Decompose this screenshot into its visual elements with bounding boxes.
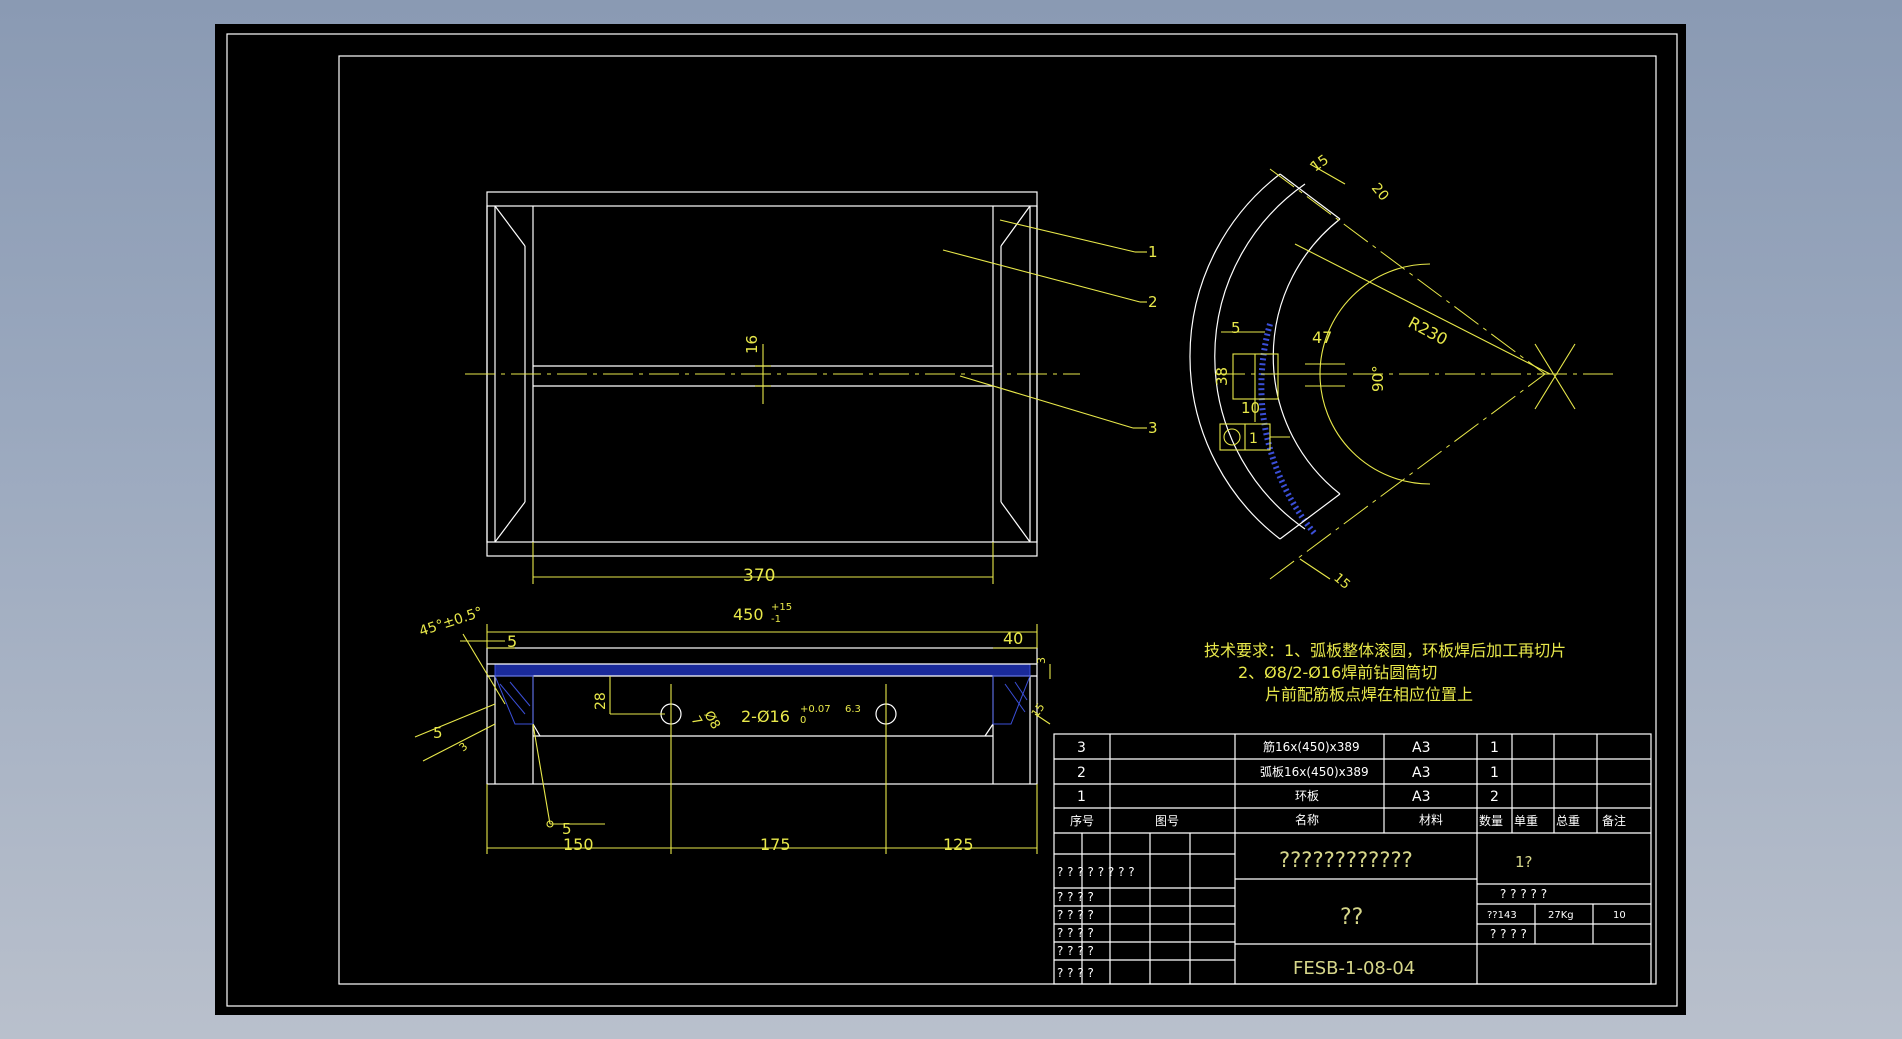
dim-5-top: 5 (507, 632, 517, 651)
header-name: 名称 (1295, 812, 1319, 827)
dim-r230: R230 (1405, 313, 1451, 349)
signature-row-d: ? ? ? ? (1057, 926, 1094, 940)
part-1-name: 环板 (1295, 789, 1319, 803)
dim-45-degree: 45°±0.5° (417, 604, 485, 640)
dim-47: 47 (1312, 328, 1332, 347)
dim-holes-tol-upper: +0.07 (800, 704, 831, 715)
signature-row-a: ? ? ? ? ? ? ? ? (1057, 865, 1135, 879)
dim-20: 20 (1368, 180, 1392, 204)
dim-10: 10 (1241, 399, 1260, 417)
part-2-name: 弧板16x(450)x389 (1260, 765, 1369, 779)
dim-15-side: 15 (1029, 701, 1048, 720)
tolerance-box: 1 (1249, 431, 1258, 447)
dim-125: 125 (943, 835, 974, 854)
front-view (465, 191, 1147, 584)
title-q-row: ? ? ? ? ? (1500, 887, 1547, 901)
signature-row-c: ? ? ? ? (1057, 908, 1094, 922)
header-remark: 备注 (1602, 813, 1626, 828)
dim-15-bottom: 15 (1330, 571, 1352, 593)
header-no: 序号 (1070, 813, 1094, 828)
part-3-name: 筋16x(450)x389 (1263, 739, 1360, 754)
part-1-no: 1 (1077, 789, 1086, 805)
dim-450-tol-lower: -1 (771, 614, 781, 625)
inner-frame (338, 55, 1657, 985)
tech-req-2: 2、Ø8/2-Ø16焊前钻圆筒切 (1238, 663, 1437, 682)
material-code: ??143 (1487, 910, 1517, 921)
arc-view (1189, 163, 1615, 580)
tech-req-3: 片前配筋板点焊在相应位置上 (1265, 685, 1473, 704)
drawing-subtitle: ?? (1340, 905, 1363, 930)
dim-38: 38 (1213, 367, 1231, 386)
signature-row-e: ? ? ? ? (1057, 944, 1094, 958)
dim-370: 370 (743, 566, 775, 586)
cad-drawing: 1 2 3 16 370 450 +15 -1 40 5 45°±0.5° 28… (226, 33, 1678, 1007)
part-2-qty: 1 (1490, 765, 1499, 781)
title-q-row-2: ? ? ? ? (1490, 927, 1527, 941)
outer-frame (226, 33, 1678, 1007)
section-view (414, 624, 1051, 854)
drawing-sheet: 1 2 3 16 370 450 +15 -1 40 5 45°±0.5° 28… (215, 24, 1686, 1015)
balloon-2: 2 (1148, 293, 1158, 311)
part-1-qty: 2 (1490, 789, 1499, 805)
dim-3-a: 3 (1035, 657, 1048, 664)
dim-150: 150 (563, 835, 594, 854)
part-3-qty: 1 (1490, 740, 1499, 756)
weld-5-left: 5 (433, 724, 443, 742)
tech-req-1: 技术要求：1、弧板整体滚圆，环板焊后加工再切片 (1204, 641, 1566, 660)
weight: 27Kg (1548, 910, 1574, 921)
sheet-count: 10 (1613, 910, 1626, 921)
dim-holes: 2-Ø16 (741, 707, 790, 726)
signature-row-b: ? ? ? ? (1057, 890, 1094, 904)
dim-15-top: 15 (1308, 152, 1332, 175)
part-3-no: 3 (1077, 740, 1086, 756)
dim-40: 40 (1003, 629, 1023, 648)
signature-row-f: ? ? ? ? (1057, 966, 1094, 980)
part-2-no: 2 (1077, 765, 1086, 781)
scale-label: 1? (1515, 853, 1533, 871)
balloon-3: 3 (1148, 419, 1158, 437)
dim-16: 16 (743, 335, 761, 354)
header-total-weight: 总重 (1556, 814, 1580, 828)
header-unit-weight: 单重 (1514, 814, 1538, 828)
dim-3-b: 3 (457, 740, 471, 754)
header-material: 材料 (1419, 813, 1443, 827)
dim-phi8: Ø8 (701, 709, 723, 733)
dim-28: 28 (593, 692, 609, 710)
dim-450-tol-upper: +15 (771, 602, 792, 613)
header-code: 图号 (1155, 814, 1179, 828)
dim-90-degree: 90° (1369, 365, 1387, 392)
drawing-title: ???????????? (1279, 848, 1413, 872)
dim-450: 450 (733, 605, 764, 624)
part-1-material: A3 (1412, 789, 1430, 805)
part-2-material: A3 (1412, 765, 1430, 781)
header-qty: 数量 (1479, 813, 1503, 828)
part-3-material: A3 (1412, 740, 1430, 756)
dim-holes-tol-lower: 0 (800, 715, 806, 726)
dim-175: 175 (760, 835, 791, 854)
drawing-number: FESB-1-08-04 (1293, 958, 1415, 979)
balloon-1: 1 (1148, 243, 1158, 261)
roughness: 6.3 (845, 704, 861, 715)
weld-5-arc: 5 (1231, 319, 1241, 337)
